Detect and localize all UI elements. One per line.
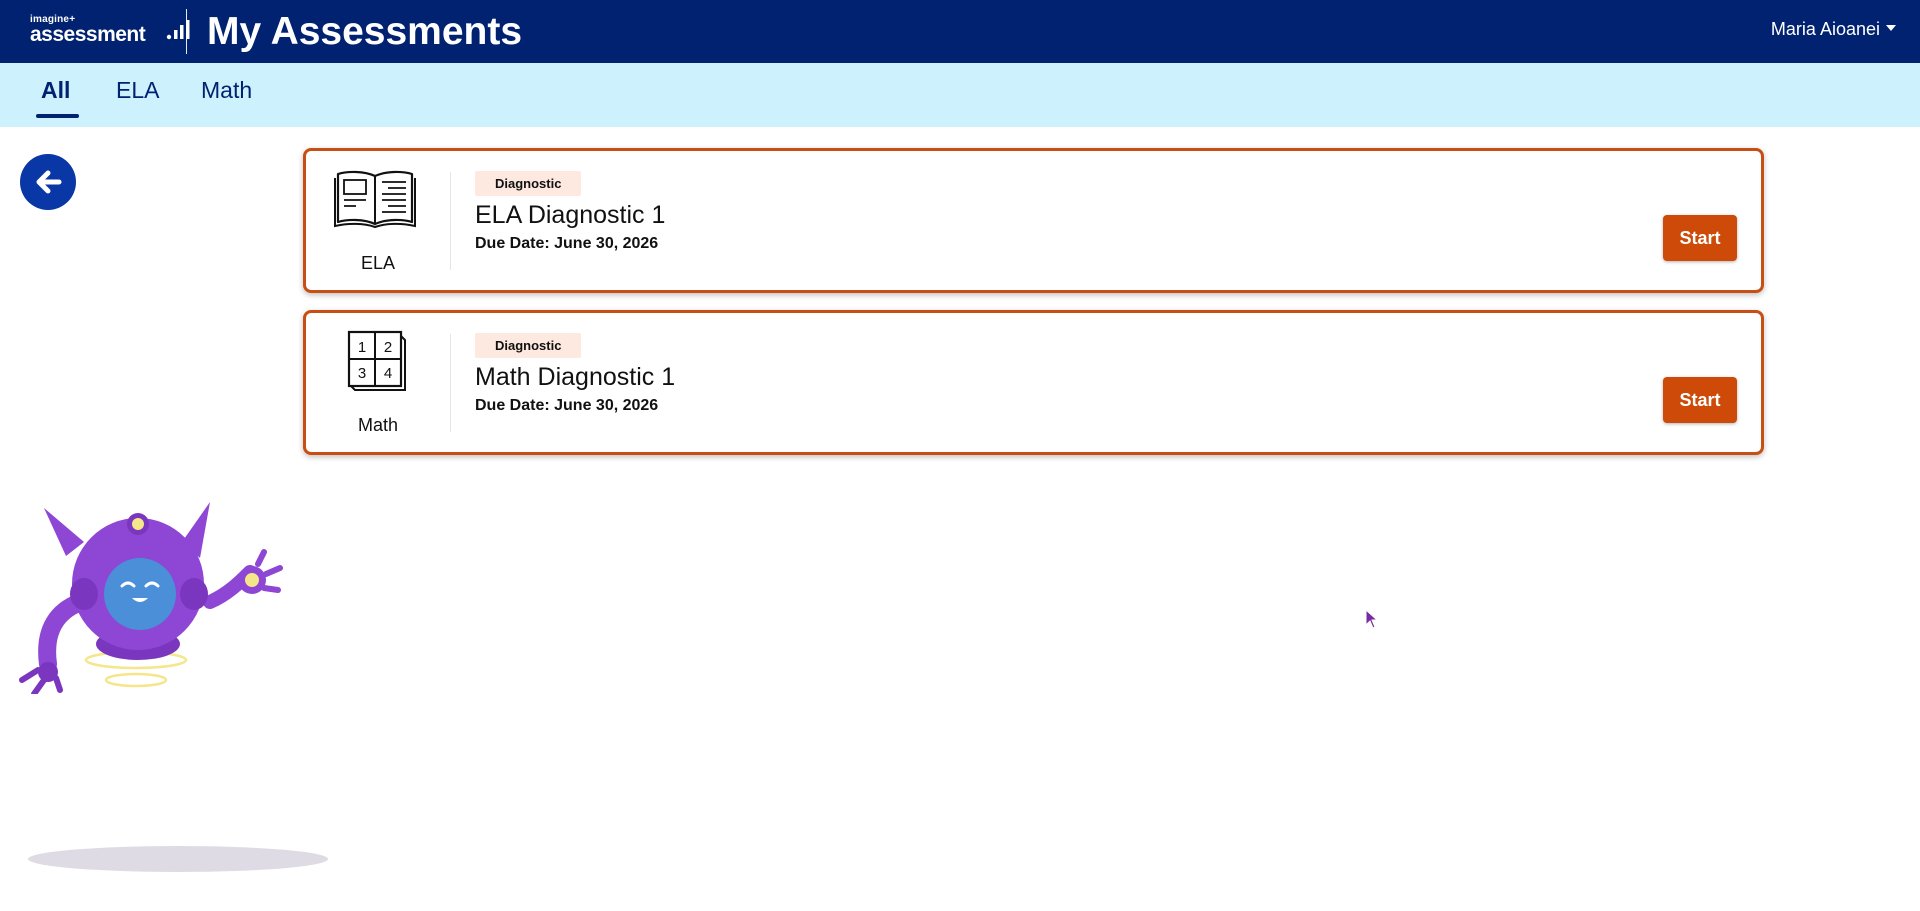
type-badge: Diagnostic — [475, 171, 582, 196]
subject-math: 1 2 3 4 Math — [306, 313, 450, 452]
tab-math[interactable]: Math — [201, 77, 252, 104]
grid-digit: 4 — [384, 365, 392, 382]
tab-bar: All ELA Math — [0, 63, 1920, 127]
arrow-left-icon — [36, 170, 62, 194]
type-badge: Diagnostic — [475, 333, 582, 358]
open-book-icon — [334, 170, 416, 229]
back-button[interactable] — [20, 154, 76, 210]
caret-down-icon — [1886, 25, 1896, 32]
robot-mascot-illustration — [19, 502, 283, 694]
subject-label: ELA — [360, 253, 396, 273]
card-divider — [450, 334, 451, 432]
number-grid-icon: 1 2 3 4 — [347, 330, 406, 391]
mascot-shadow — [28, 846, 328, 872]
assessment-card-ela: ELA Diagnostic ELA Diagnostic 1 Due Date… — [303, 148, 1764, 293]
tab-all[interactable]: All — [41, 77, 70, 104]
tab-ela[interactable]: ELA — [116, 77, 159, 104]
start-button-math[interactable]: Start — [1663, 377, 1737, 423]
subject-label: Math — [357, 415, 399, 435]
card-divider — [450, 172, 451, 270]
due-date: Due Date: June 30, 2026 — [475, 235, 659, 252]
page-title: My Assessments — [207, 10, 523, 53]
assessment-title: Math Diagnostic 1 — [475, 363, 676, 391]
assessment-title: ELA Diagnostic 1 — [475, 201, 666, 229]
mouse-pointer-icon — [1365, 609, 1379, 629]
top-header: imagine+ assessment My Assessments Maria… — [0, 0, 1920, 63]
assessment-card-math: 1 2 3 4 Math Diagnostic Math Diagnostic … — [303, 310, 1764, 455]
user-menu-button[interactable]: Maria Aioanei — [1771, 19, 1896, 40]
user-name: Maria Aioanei — [1770, 19, 1880, 39]
imagine-assessment-logo: imagine+ assessment — [30, 14, 190, 46]
grid-digit: 3 — [358, 365, 366, 382]
signal-bars-icon — [166, 20, 190, 40]
subject-ela: ELA — [306, 151, 450, 290]
header-divider — [186, 9, 187, 54]
active-tab-indicator — [36, 114, 79, 118]
due-date: Due Date: June 30, 2026 — [475, 397, 659, 414]
start-button-ela[interactable]: Start — [1663, 215, 1737, 261]
grid-digit: 2 — [384, 339, 392, 356]
logo-big-text: assessment — [30, 23, 146, 46]
grid-digit: 1 — [358, 339, 366, 356]
